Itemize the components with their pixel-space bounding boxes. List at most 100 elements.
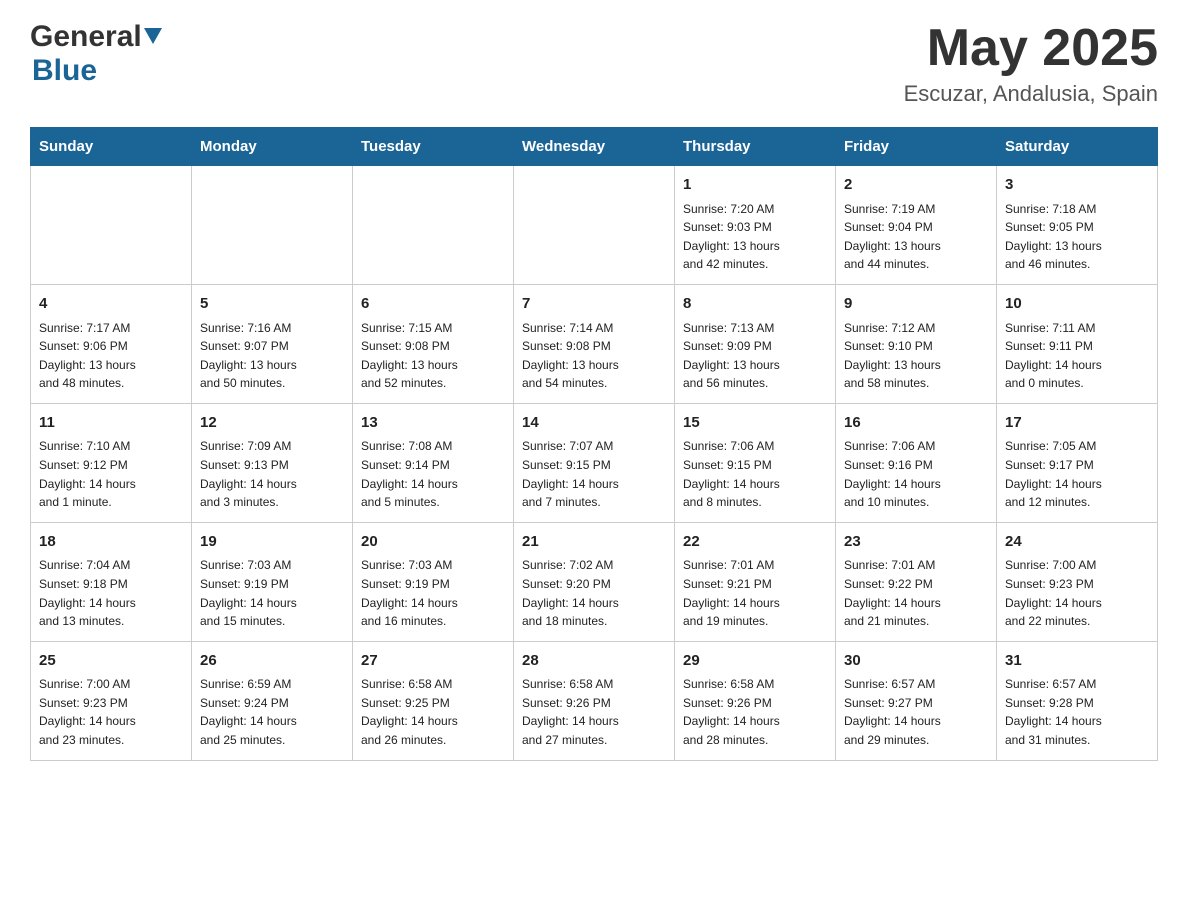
day-info: Sunrise: 7:05 AM Sunset: 9:17 PM Dayligh…	[1005, 437, 1149, 511]
day-info: Sunrise: 7:01 AM Sunset: 9:21 PM Dayligh…	[683, 556, 827, 630]
day-number: 15	[683, 412, 827, 435]
day-cell	[353, 166, 514, 285]
day-number: 14	[522, 412, 666, 435]
day-info: Sunrise: 7:18 AM Sunset: 9:05 PM Dayligh…	[1005, 200, 1149, 274]
day-cell: 25Sunrise: 7:00 AM Sunset: 9:23 PM Dayli…	[31, 641, 192, 760]
day-cell: 3 Sunrise: 7:18 AM Sunset: 9:05 PM Daylig…	[997, 166, 1158, 285]
day-info: Sunrise: 7:01 AM Sunset: 9:22 PM Dayligh…	[844, 556, 988, 630]
day-cell: 29Sunrise: 6:58 AM Sunset: 9:26 PM Dayli…	[675, 641, 836, 760]
day-info: Sunrise: 7:07 AM Sunset: 9:15 PM Dayligh…	[522, 437, 666, 511]
day-cell: 14Sunrise: 7:07 AM Sunset: 9:15 PM Dayli…	[514, 403, 675, 522]
logo: General Blue	[30, 20, 162, 88]
day-number: 28	[522, 650, 666, 673]
day-cell: 27Sunrise: 6:58 AM Sunset: 9:25 PM Dayli…	[353, 641, 514, 760]
day-info: Sunrise: 7:00 AM Sunset: 9:23 PM Dayligh…	[1005, 556, 1149, 630]
day-number: 25	[39, 650, 183, 673]
day-cell: 7 Sunrise: 7:14 AM Sunset: 9:08 PM Daylig…	[514, 285, 675, 404]
week-row-3: 11Sunrise: 7:10 AM Sunset: 9:12 PM Dayli…	[31, 403, 1158, 522]
day-info: Sunrise: 7:19 AM Sunset: 9:04 PM Dayligh…	[844, 200, 988, 274]
day-cell	[31, 166, 192, 285]
day-cell: 15Sunrise: 7:06 AM Sunset: 9:15 PM Dayli…	[675, 403, 836, 522]
week-row-2: 4 Sunrise: 7:17 AM Sunset: 9:06 PM Daylig…	[31, 285, 1158, 404]
day-cell	[192, 166, 353, 285]
day-info: Sunrise: 6:58 AM Sunset: 9:25 PM Dayligh…	[361, 675, 505, 749]
day-number: 26	[200, 650, 344, 673]
day-info: Sunrise: 7:00 AM Sunset: 9:23 PM Dayligh…	[39, 675, 183, 749]
day-cell: 24Sunrise: 7:00 AM Sunset: 9:23 PM Dayli…	[997, 522, 1158, 641]
day-number: 1	[683, 174, 827, 197]
day-info: Sunrise: 6:58 AM Sunset: 9:26 PM Dayligh…	[683, 675, 827, 749]
day-info: Sunrise: 6:57 AM Sunset: 9:28 PM Dayligh…	[1005, 675, 1149, 749]
day-cell: 4 Sunrise: 7:17 AM Sunset: 9:06 PM Daylig…	[31, 285, 192, 404]
day-info: Sunrise: 7:17 AM Sunset: 9:06 PM Dayligh…	[39, 319, 183, 393]
location-subtitle: Escuzar, Andalusia, Spain	[904, 81, 1158, 107]
day-cell: 21Sunrise: 7:02 AM Sunset: 9:20 PM Dayli…	[514, 522, 675, 641]
day-number: 20	[361, 531, 505, 554]
day-cell: 30Sunrise: 6:57 AM Sunset: 9:27 PM Dayli…	[836, 641, 997, 760]
day-number: 30	[844, 650, 988, 673]
day-info: Sunrise: 7:03 AM Sunset: 9:19 PM Dayligh…	[361, 556, 505, 630]
day-cell: 31Sunrise: 6:57 AM Sunset: 9:28 PM Dayli…	[997, 641, 1158, 760]
day-cell: 19Sunrise: 7:03 AM Sunset: 9:19 PM Dayli…	[192, 522, 353, 641]
day-number: 29	[683, 650, 827, 673]
day-number: 22	[683, 531, 827, 554]
day-cell: 22Sunrise: 7:01 AM Sunset: 9:21 PM Dayli…	[675, 522, 836, 641]
day-info: Sunrise: 7:20 AM Sunset: 9:03 PM Dayligh…	[683, 200, 827, 274]
day-cell: 8Sunrise: 7:13 AM Sunset: 9:09 PM Daylig…	[675, 285, 836, 404]
day-info: Sunrise: 6:59 AM Sunset: 9:24 PM Dayligh…	[200, 675, 344, 749]
day-cell	[514, 166, 675, 285]
day-info: Sunrise: 7:13 AM Sunset: 9:09 PM Dayligh…	[683, 319, 827, 393]
day-number: 4	[39, 293, 183, 316]
day-number: 5	[200, 293, 344, 316]
day-info: Sunrise: 7:14 AM Sunset: 9:08 PM Dayligh…	[522, 319, 666, 393]
day-number: 27	[361, 650, 505, 673]
day-number: 3	[1005, 174, 1149, 197]
day-cell: 28Sunrise: 6:58 AM Sunset: 9:26 PM Dayli…	[514, 641, 675, 760]
day-cell: 10 Sunrise: 7:11 AM Sunset: 9:11 PM Dayli…	[997, 285, 1158, 404]
day-info: Sunrise: 7:10 AM Sunset: 9:12 PM Dayligh…	[39, 437, 183, 511]
page-header: General Blue May 2025 Escuzar, Andalusia…	[30, 20, 1158, 107]
day-cell: 17Sunrise: 7:05 AM Sunset: 9:17 PM Dayli…	[997, 403, 1158, 522]
day-number: 7	[522, 293, 666, 316]
day-info: Sunrise: 7:11 AM Sunset: 9:11 PM Dayligh…	[1005, 319, 1149, 393]
day-info: Sunrise: 6:58 AM Sunset: 9:26 PM Dayligh…	[522, 675, 666, 749]
day-info: Sunrise: 7:02 AM Sunset: 9:20 PM Dayligh…	[522, 556, 666, 630]
day-cell: 1 Sunrise: 7:20 AM Sunset: 9:03 PM Daylig…	[675, 166, 836, 285]
day-cell: 11Sunrise: 7:10 AM Sunset: 9:12 PM Dayli…	[31, 403, 192, 522]
day-cell: 12Sunrise: 7:09 AM Sunset: 9:13 PM Dayli…	[192, 403, 353, 522]
col-header-thursday: Thursday	[675, 128, 836, 166]
day-number: 11	[39, 412, 183, 435]
day-number: 17	[1005, 412, 1149, 435]
day-number: 23	[844, 531, 988, 554]
day-info: Sunrise: 7:09 AM Sunset: 9:13 PM Dayligh…	[200, 437, 344, 511]
day-info: Sunrise: 7:04 AM Sunset: 9:18 PM Dayligh…	[39, 556, 183, 630]
logo-blue-text: Blue	[32, 54, 97, 88]
logo-arrow-icon	[144, 28, 162, 44]
col-header-monday: Monday	[192, 128, 353, 166]
day-info: Sunrise: 7:15 AM Sunset: 9:08 PM Dayligh…	[361, 319, 505, 393]
day-cell: 6 Sunrise: 7:15 AM Sunset: 9:08 PM Daylig…	[353, 285, 514, 404]
day-number: 13	[361, 412, 505, 435]
col-header-sunday: Sunday	[31, 128, 192, 166]
day-info: Sunrise: 7:03 AM Sunset: 9:19 PM Dayligh…	[200, 556, 344, 630]
day-number: 10	[1005, 293, 1149, 316]
day-cell: 20Sunrise: 7:03 AM Sunset: 9:19 PM Dayli…	[353, 522, 514, 641]
day-number: 19	[200, 531, 344, 554]
day-number: 24	[1005, 531, 1149, 554]
col-header-saturday: Saturday	[997, 128, 1158, 166]
title-block: May 2025 Escuzar, Andalusia, Spain	[904, 20, 1158, 107]
calendar-header-row: SundayMondayTuesdayWednesdayThursdayFrid…	[31, 128, 1158, 166]
calendar-table: SundayMondayTuesdayWednesdayThursdayFrid…	[30, 127, 1158, 760]
day-info: Sunrise: 7:16 AM Sunset: 9:07 PM Dayligh…	[200, 319, 344, 393]
day-number: 6	[361, 293, 505, 316]
day-number: 12	[200, 412, 344, 435]
day-info: Sunrise: 7:08 AM Sunset: 9:14 PM Dayligh…	[361, 437, 505, 511]
day-number: 21	[522, 531, 666, 554]
week-row-5: 25Sunrise: 7:00 AM Sunset: 9:23 PM Dayli…	[31, 641, 1158, 760]
week-row-4: 18Sunrise: 7:04 AM Sunset: 9:18 PM Dayli…	[31, 522, 1158, 641]
day-cell: 18Sunrise: 7:04 AM Sunset: 9:18 PM Dayli…	[31, 522, 192, 641]
day-info: Sunrise: 7:06 AM Sunset: 9:16 PM Dayligh…	[844, 437, 988, 511]
day-number: 9	[844, 293, 988, 316]
week-row-1: 1 Sunrise: 7:20 AM Sunset: 9:03 PM Daylig…	[31, 166, 1158, 285]
day-cell: 5 Sunrise: 7:16 AM Sunset: 9:07 PM Daylig…	[192, 285, 353, 404]
